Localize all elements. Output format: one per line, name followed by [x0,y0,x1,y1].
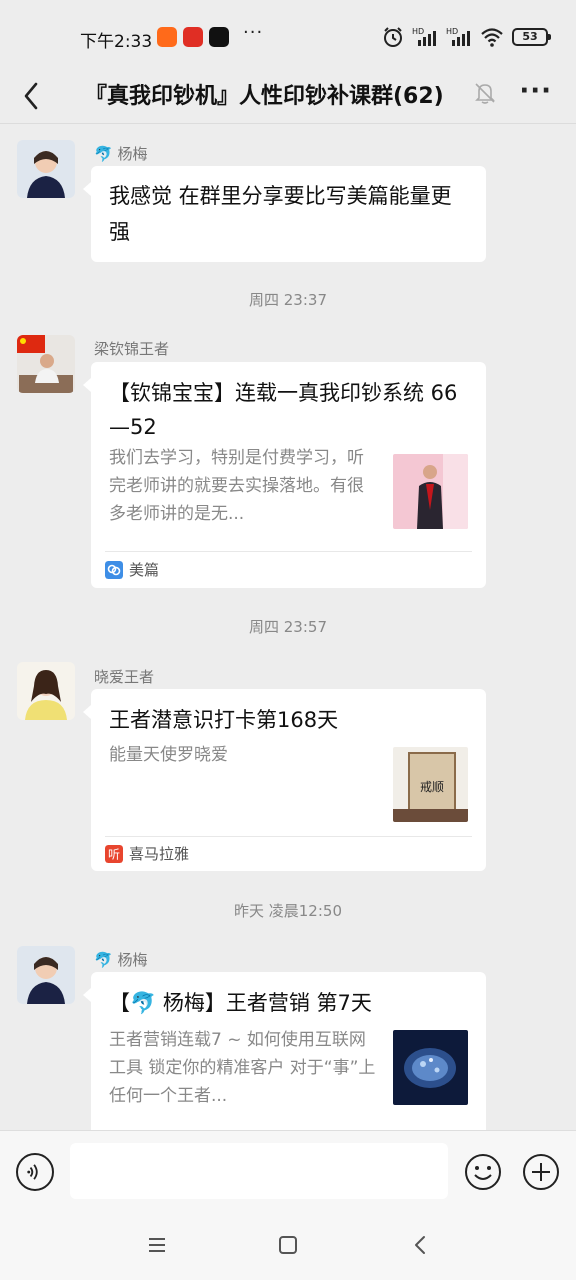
card-source: 听 喜马拉雅 [105,843,189,864]
card-source-label: 喜马拉雅 [129,845,190,863]
back-arrow-icon[interactable] [14,78,50,114]
status-time: 下午2:33 [80,32,153,52]
input-bar [0,1130,576,1212]
voice-icon[interactable] [16,1153,54,1191]
sender-name: 🐬 杨梅 [94,143,147,164]
card-thumbnail [393,1030,468,1105]
time-separator: 周四 23:57 [249,618,327,636]
message-bubble[interactable]: 我感觉 在群里分享要比写美篇能量更强 [83,166,486,262]
ximalaya-icon: 听 [105,844,123,863]
message-input[interactable] [70,1143,448,1199]
signal-icon: HD [412,27,436,46]
card-description: 能量天使罗晓爱 [109,745,228,765]
meipian-icon [105,560,123,579]
time-separator: 昨天 凌晨12:50 [234,902,342,920]
signal-icon: HD [446,27,470,46]
thumb-calligraphy: 戒顺 [420,780,444,794]
card-title: 【🐬 杨梅】王者营销 第7天 [109,991,372,1015]
status-indicators: HD HD 53 [382,26,551,48]
card-source: 美篇 [105,559,159,580]
battery-icon: 53 [512,28,551,46]
time-separator: 周四 23:37 [249,291,327,309]
home-icon[interactable] [275,1232,301,1258]
sender-name: 晓爱王者 [94,668,155,686]
alarm-icon [384,27,402,47]
wifi-icon [481,28,503,47]
plus-icon[interactable] [522,1153,560,1191]
more-icon[interactable]: ··· [519,76,552,106]
svg-text:HD: HD [446,27,458,36]
card-description: 我们去学习，特别是付费学习，听完老师讲的就要去实操落地。有很多老师讲的是无... [109,448,364,524]
avatar[interactable] [17,662,75,720]
menu-icon[interactable] [144,1232,170,1258]
more-notifications-icon: ··· [243,22,264,43]
avatar[interactable] [17,140,75,198]
card-title: 【钦锦宝宝】连载一真我印钞系统 66—52 [109,381,458,439]
tiktok-app-icon [209,27,229,47]
status-bar: 下午2:33 ··· HD HD 53 [0,0,576,74]
system-navigation-bar [0,1212,576,1280]
link-card[interactable]: 王者潜意识打卡第168天 能量天使罗晓爱 戒顺 听 喜马拉雅 [83,689,486,871]
card-thumbnail: 戒顺 [393,747,468,822]
mute-bell-icon [475,83,495,104]
svg-text:HD: HD [412,27,424,36]
link-card[interactable]: 【🐬 杨梅】王者营销 第7天 王者营销连载7 ~ 如何使用互联网工具 锁定你的精… [83,972,486,1130]
dolphin-emoji-icon: 🐬 [94,951,113,969]
dolphin-emoji-icon: 🐬 [94,145,113,163]
card-title: 王者潜意识打卡第168天 [109,708,339,732]
card-source-label: 美篇 [129,561,160,579]
chat-title[interactable]: 『真我印钞机』人性印钞补课群(62) [85,78,444,110]
avatar[interactable] [17,946,75,1004]
back-icon[interactable] [408,1232,434,1258]
emoji-icon[interactable] [464,1153,502,1191]
taobao-app-icon [157,27,177,47]
card-thumbnail [393,454,468,529]
sender-name: 梁钦锦王者 [94,340,170,358]
sender-name: 🐬 杨梅 [94,949,147,970]
card-divider [105,551,472,552]
chat-header: 『真我印钞机』人性印钞补课群(62) ··· [0,74,576,124]
link-card[interactable]: 【钦锦宝宝】连载一真我印钞系统 66—52 我们去学习，特别是付费学习，听完老师… [83,362,486,588]
sender-name-text: 杨梅 [117,145,148,163]
svg-text:听: 听 [108,847,120,861]
sender-name-text: 杨梅 [117,951,148,969]
card-description: 王者营销连载7 ~ 如何使用互联网工具 锁定你的精准客户 对于“事”上 任何一个… [109,1030,376,1106]
message-text: 我感觉 在群里分享要比写美篇能量更强 [109,184,452,244]
avatar[interactable] [17,335,75,393]
card-divider [105,836,472,837]
pinduoduo-app-icon [183,27,203,47]
